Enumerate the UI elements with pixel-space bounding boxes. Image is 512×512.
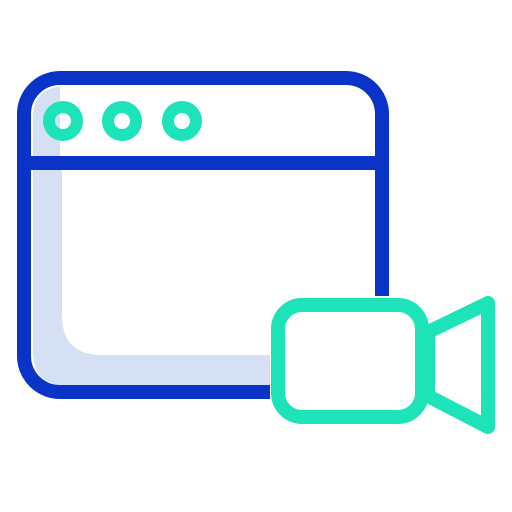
window-dot-icon [162,101,202,141]
window-shadow [33,165,277,386]
window-dot-icon [102,101,142,141]
window-dot-icon [43,101,83,141]
camera-body [271,298,429,424]
window-dots [43,101,202,141]
video-camera-icon [270,296,495,434]
browser-video-icon [17,71,495,434]
camera-lens [421,296,495,434]
icon-canvas [0,0,512,512]
